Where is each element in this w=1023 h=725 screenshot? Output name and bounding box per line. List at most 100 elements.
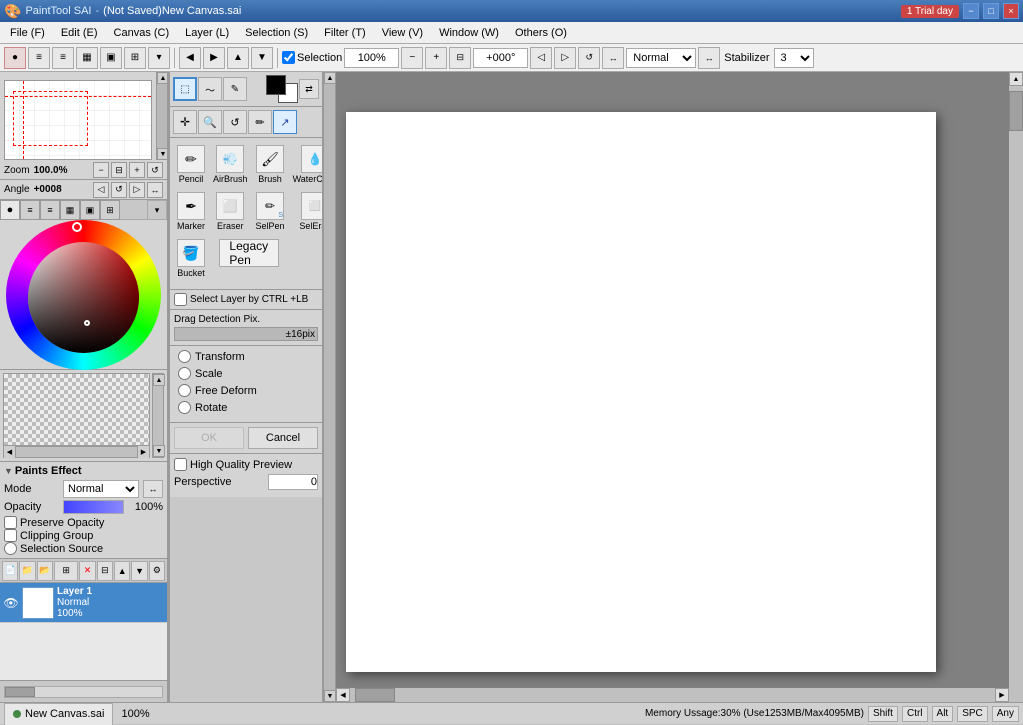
canvas-scroll-up[interactable]: ▲ <box>1009 72 1023 86</box>
pen-select-btn[interactable]: ✎ <box>223 77 247 101</box>
nav-left-btn[interactable]: ◀ <box>179 47 201 69</box>
angle-plus-nav[interactable]: ▷ <box>129 182 145 198</box>
blend-mode-arrows[interactable]: ↔ <box>698 47 720 69</box>
angle-minus-nav[interactable]: ◁ <box>93 182 109 198</box>
legacy-pen-tool[interactable]: LegacyPen <box>210 236 288 281</box>
color-tab-extra[interactable]: ⊞ <box>100 200 120 220</box>
mode-arrows[interactable]: ↔ <box>143 480 163 498</box>
drag-detection-bar[interactable]: ±16pix <box>174 327 318 341</box>
color-tab-palette[interactable]: ▦ <box>60 200 80 220</box>
color-tab-hsv[interactable]: ≡ <box>20 200 40 220</box>
paints-expand-icon[interactable]: ▼ <box>4 466 13 476</box>
layer-eye-icon[interactable]: 👁 <box>3 595 19 611</box>
high-quality-cb[interactable] <box>174 458 187 471</box>
select-layer-checkbox[interactable] <box>174 293 187 306</box>
new-set-btn[interactable]: 📁 <box>19 561 35 581</box>
nav-right-btn[interactable]: ▶ <box>203 47 225 69</box>
rotation-input[interactable] <box>473 48 528 68</box>
watercolor-tool[interactable]: 💧 WaterColor <box>290 142 323 187</box>
color-tab-rgb[interactable]: ≡ <box>40 200 60 220</box>
thumb-scroll-right[interactable]: ▶ <box>137 446 149 458</box>
any-key-btn[interactable]: Any <box>992 706 1019 722</box>
maximize-button[interactable]: □ <box>983 3 999 19</box>
zoom-minus-nav[interactable]: − <box>93 162 109 178</box>
canvas-scroll-h-thumb[interactable] <box>355 688 395 702</box>
zoom-tool-btn[interactable]: 🔍 <box>198 110 222 134</box>
blend-mode-select[interactable]: Normal <box>626 48 696 68</box>
tool-scroll-down[interactable]: ▼ <box>324 690 336 702</box>
selpen-tool[interactable]: ✏S SelPen <box>253 189 288 234</box>
nav-down-btn[interactable]: ▼ <box>251 47 273 69</box>
mode-select[interactable]: Normal Multiply Screen <box>63 480 139 498</box>
left-scroll-thumb[interactable] <box>5 687 35 697</box>
menu-window[interactable]: Window (W) <box>431 25 507 41</box>
canvas-scroll-left[interactable]: ◀ <box>336 688 350 702</box>
color-circle-btn[interactable]: ● <box>4 47 26 69</box>
zoom-input[interactable] <box>344 48 399 68</box>
rotate-view-btn[interactable]: ↺ <box>223 110 247 134</box>
eraser-tool[interactable]: ⬜ Eraser <box>210 189 251 234</box>
add-canvas-btn[interactable]: ⊞ <box>54 561 78 581</box>
cancel-button[interactable]: Cancel <box>248 427 318 449</box>
move-tool-btn[interactable]: ✛ <box>173 110 197 134</box>
nav-up-btn[interactable]: ▲ <box>227 47 249 69</box>
clipping-group-cb[interactable] <box>4 529 17 542</box>
fill-tool-btn[interactable]: ↗ <box>273 110 297 134</box>
zoom-reset-nav[interactable]: ↺ <box>147 162 163 178</box>
angle-flip-nav[interactable]: ↔ <box>147 182 163 198</box>
color-swap-btn[interactable]: ⇄ <box>299 79 319 99</box>
bucket-tool[interactable]: 🪣 Bucket <box>174 236 208 281</box>
menu-filter[interactable]: Filter (T) <box>316 25 374 41</box>
rotation-plus-btn[interactable]: ▷ <box>554 47 576 69</box>
color-rgb-btn[interactable]: ≡ <box>52 47 74 69</box>
thumb-scroll-down[interactable]: ▼ <box>153 445 165 457</box>
canvas-scroll-right[interactable]: ▶ <box>995 688 1009 702</box>
fit-canvas-btn[interactable]: ⊟ <box>449 47 471 69</box>
brush-tool-item[interactable]: 🖌 Brush <box>253 142 288 187</box>
rect-select-btn[interactable]: ⬚ <box>173 77 197 101</box>
eyedropper-btn[interactable]: ✏ <box>248 110 272 134</box>
free-deform-radio[interactable] <box>178 384 191 397</box>
menu-others[interactable]: Others (O) <box>507 25 575 41</box>
thumb-scroll-left[interactable]: ◀ <box>4 446 16 458</box>
new-linework-btn[interactable]: 📂 <box>37 561 53 581</box>
zoom-minus-btn[interactable]: − <box>401 47 423 69</box>
color-tab-swatches[interactable]: ▣ <box>80 200 100 220</box>
tool-scroll-up[interactable]: ▲ <box>324 72 336 84</box>
layer-item[interactable]: 👁 Layer 1 Normal 100% <box>0 583 167 623</box>
rotate-radio[interactable] <box>178 401 191 414</box>
thumb-scroll-up[interactable]: ▲ <box>153 374 165 386</box>
selection-checkbox[interactable] <box>282 51 295 64</box>
seleras-tool[interactable]: ⬜S SelEras <box>290 189 323 234</box>
rotation-reset-btn[interactable]: ↺ <box>578 47 600 69</box>
delete-layer-btn[interactable]: ✕ <box>79 561 95 581</box>
ok-button[interactable]: OK <box>174 427 244 449</box>
selection-checkbox-label[interactable]: Selection <box>282 51 342 64</box>
toolbar-dropdown-btn[interactable]: ▾ <box>148 47 170 69</box>
stabilizer-select[interactable]: 3 1 2 4 5 <box>774 48 814 68</box>
rotation-flip-btn[interactable]: ↔ <box>602 47 624 69</box>
close-button[interactable]: × <box>1003 3 1019 19</box>
color-swatch-btn[interactable]: ▣ <box>100 47 122 69</box>
layer-settings-btn[interactable]: ⚙ <box>149 561 165 581</box>
marker-tool[interactable]: ✒ Marker <box>174 189 208 234</box>
airbrush-tool[interactable]: 💨 AirBrush <box>210 142 251 187</box>
perspective-input[interactable] <box>268 474 318 490</box>
move-up-btn[interactable]: ▲ <box>114 561 130 581</box>
menu-edit[interactable]: Edit (E) <box>53 25 106 41</box>
menu-file[interactable]: File (F) <box>2 25 53 41</box>
pencil-tool[interactable]: ✏ Pencil <box>174 142 208 187</box>
color-dropper-btn[interactable]: ⊞ <box>124 47 146 69</box>
nav-scroll-up[interactable]: ▲ <box>157 72 167 84</box>
nav-scroll-down[interactable]: ▼ <box>157 148 167 160</box>
preserve-opacity-cb[interactable] <box>4 516 17 529</box>
spc-key-btn[interactable]: SPC <box>957 706 988 722</box>
shift-key-btn[interactable]: Shift <box>868 706 898 722</box>
menu-view[interactable]: View (V) <box>374 25 431 41</box>
minimize-button[interactable]: − <box>963 3 979 19</box>
zoom-fit-nav[interactable]: ⊟ <box>111 162 127 178</box>
rotation-minus-btn[interactable]: ◁ <box>530 47 552 69</box>
color-tab-wheel[interactable]: ● <box>0 200 20 220</box>
new-layer-btn[interactable]: 📄 <box>2 561 18 581</box>
menu-layer[interactable]: Layer (L) <box>177 25 237 41</box>
